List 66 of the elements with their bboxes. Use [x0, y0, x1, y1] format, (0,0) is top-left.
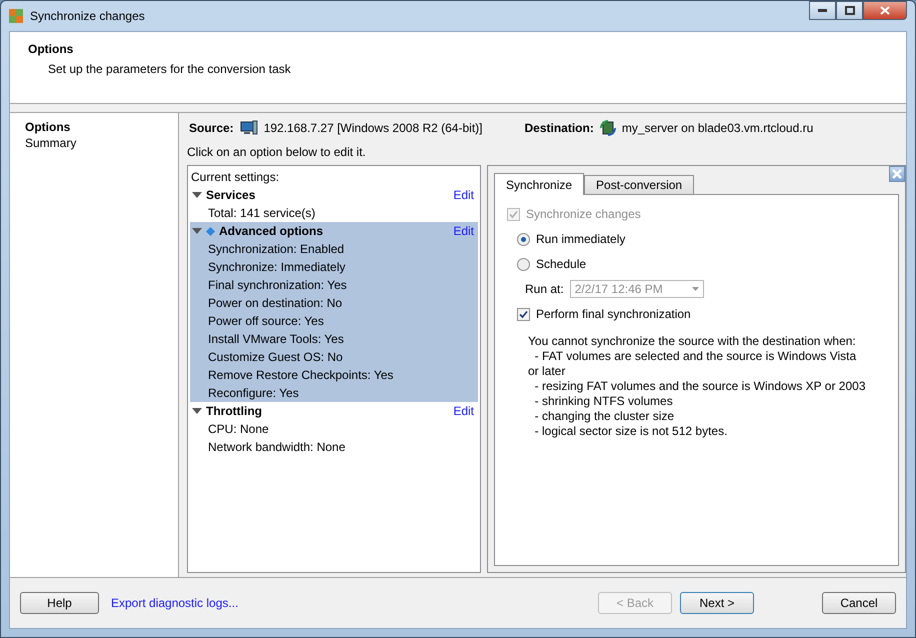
tab[interactable]: Synchronize [494, 173, 584, 195]
checkbox-label: Perform final synchronization [536, 307, 691, 321]
note-text: - logical sector size is not 512 bytes. [534, 424, 728, 439]
edit-link[interactable]: Edit [453, 224, 478, 238]
computer-icon [240, 120, 258, 136]
window-title: Synchronize changes [30, 9, 146, 23]
dropdown-caret-icon [692, 287, 699, 291]
setting-item: Power off source: Yes [207, 313, 325, 330]
radio-button[interactable] [517, 232, 530, 246]
instruction-text: Click on an option below to edit it. [187, 145, 367, 159]
next-button[interactable]: Next > [680, 592, 754, 614]
settings-group[interactable]: Services Edit Total: 141 service(s) [190, 186, 478, 222]
destination-value: my_server on blade03.vm.rtcloud.ru [622, 121, 814, 135]
minimize-icon [818, 9, 827, 12]
setting-item: Final synchronization: Yes [207, 277, 348, 294]
source-label: Source: [189, 121, 234, 135]
note-text: - changing the cluster size [534, 409, 676, 424]
setting-item: Synchronization: Enabled [207, 241, 346, 258]
note-text: - resizing FAT volumes and the source is Windows XP or 2003 [534, 379, 866, 394]
minimize-button[interactable] [809, 1, 836, 20]
group-title: Advanced options [219, 224, 324, 238]
destination-label: Destination: [524, 121, 594, 135]
radio-label: Run immediately [536, 232, 626, 246]
export-logs-link[interactable]: Export diagnostic logs... [111, 596, 590, 610]
checkbox-label: Synchronize changes [526, 207, 641, 221]
note-text: - FAT volumes are selected and the source is Windows Vista or later [528, 349, 858, 379]
tab[interactable]: Post-conversion [584, 175, 694, 194]
page-subtitle: Set up the parameters for the conversion task [47, 62, 292, 76]
source-value: 192.168.7.27 [Windows 2008 R2 (64-bit)] [264, 121, 482, 135]
setting-item: Customize Guest OS: No [207, 349, 344, 366]
setting-item: Network bandwidth: None [207, 439, 346, 456]
nav-item[interactable]: Options [10, 119, 178, 135]
nav-item[interactable]: Summary [10, 135, 178, 151]
edit-link[interactable]: Edit [453, 188, 478, 202]
setting-item: Power on destination: No [207, 295, 344, 312]
close-icon [880, 6, 890, 15]
note-text: You cannot synchronize the source with the destination when: [528, 334, 857, 349]
group-title: Services [206, 188, 256, 202]
setting-item: Reconfigure: Yes [207, 385, 300, 402]
setting-item: Remove Restore Checkpoints: Yes [207, 367, 394, 384]
collapse-triangle-icon[interactable] [192, 408, 202, 414]
cancel-button[interactable]: Cancel [822, 592, 896, 614]
note-text: - shrinking NTFS volumes [534, 394, 674, 409]
app-icon [8, 8, 24, 24]
radio-button[interactable] [517, 258, 530, 270]
settings-group[interactable] [190, 222, 478, 402]
setting-item: Total: 141 service(s) [207, 205, 316, 222]
page-title: Options [28, 42, 74, 56]
server-icon [600, 120, 616, 136]
edit-link[interactable]: Edit [453, 404, 478, 418]
setting-item: Synchronize: Immediately [207, 259, 346, 276]
close-button[interactable] [863, 1, 907, 20]
group-title: Throttling [206, 404, 263, 418]
maximize-button[interactable] [836, 1, 863, 20]
collapse-triangle-icon[interactable] [192, 192, 202, 198]
maximize-icon [844, 6, 854, 15]
radio-label: Schedule [536, 257, 586, 271]
setting-item: CPU: None [207, 421, 270, 438]
setting-item: Install VMware Tools: Yes [207, 331, 345, 348]
run-at-label: Run at: [525, 282, 564, 296]
settings-group[interactable]: Throttling Edit CPU: None Network bandwidth: None [190, 402, 478, 456]
help-button[interactable]: Help [20, 592, 99, 614]
close-icon[interactable] [889, 166, 905, 182]
checkbox[interactable] [517, 308, 530, 320]
collapse-triangle-icon[interactable] [192, 228, 202, 234]
tree-heading: Current settings: [191, 170, 280, 184]
